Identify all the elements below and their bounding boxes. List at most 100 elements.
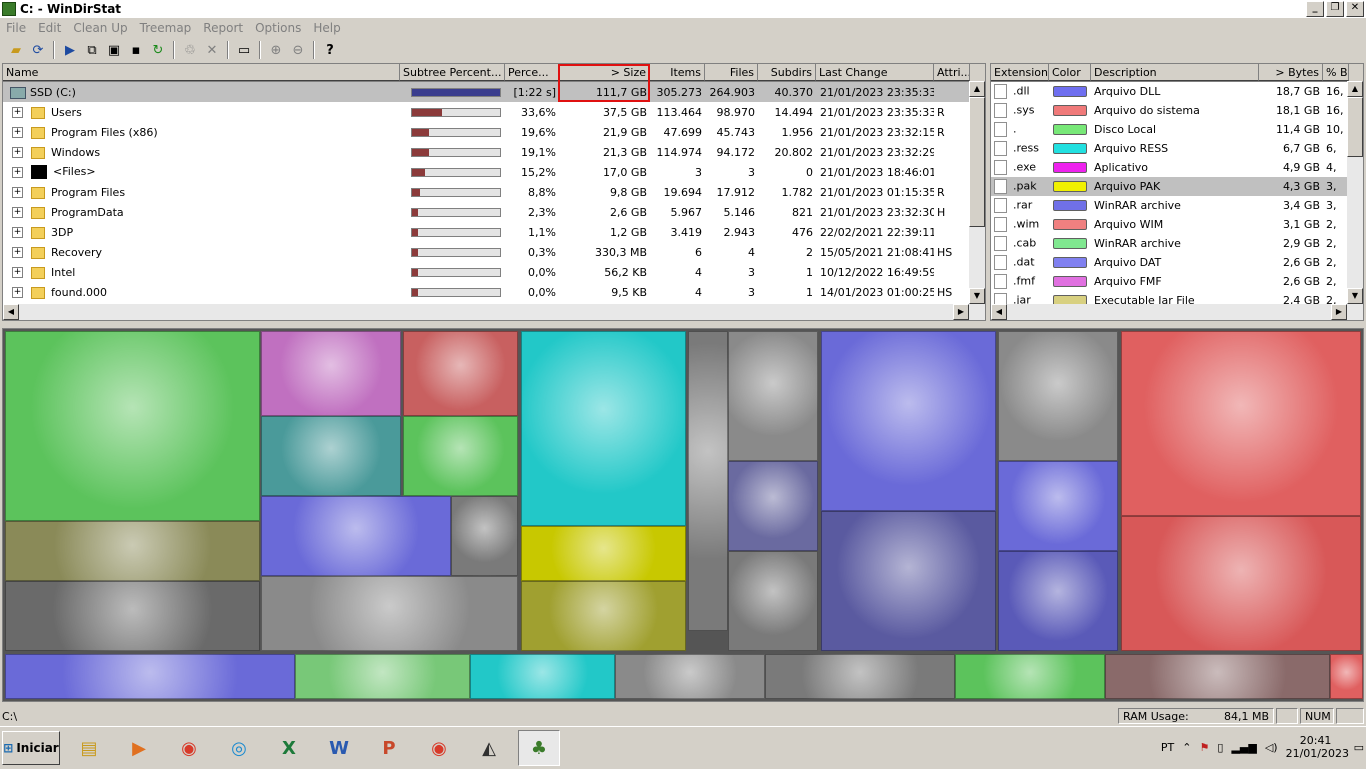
treemap-block[interactable] <box>5 654 295 699</box>
extension-row[interactable]: .rar WinRAR archive 3,4 GB 3, <box>991 196 1363 215</box>
extension-row[interactable]: .fmf Arquivo FMF 2,6 GB 2, <box>991 272 1363 291</box>
directory-row[interactable]: +3DP 1,1% 1,2 GB 3.419 2.943 476 22/02/2021 22… <box>3 222 985 242</box>
scroll-down-arrow-icon[interactable]: ▼ <box>969 288 985 304</box>
language-indicator[interactable]: PT <box>1161 741 1174 754</box>
extension-row[interactable]: .exe Aplicativo 4,9 GB 4, <box>991 158 1363 177</box>
minimize-button[interactable]: _ <box>1306 1 1324 17</box>
extension-vertical-scrollbar[interactable]: ▲ ▼ <box>1347 81 1363 304</box>
extension-row[interactable]: .dll Arquivo DLL 18,7 GB 16, <box>991 82 1363 101</box>
extension-row[interactable]: .ress Arquivo RESS 6,7 GB 6, <box>991 139 1363 158</box>
treemap-block[interactable] <box>261 496 451 576</box>
start-button[interactable]: ⊞ Iniciar <box>2 731 60 765</box>
treemap-block[interactable] <box>1121 331 1361 516</box>
open-icon[interactable]: ▰ <box>6 41 26 59</box>
maximize-button[interactable]: ❐ <box>1326 1 1344 17</box>
volume-icon[interactable]: ◁) <box>1265 741 1278 754</box>
col-subtree-percent[interactable]: Subtree Percent... <box>400 64 505 81</box>
treemap-block[interactable] <box>5 521 260 581</box>
new-folder-icon[interactable]: ▭ <box>234 41 254 59</box>
treemap-block[interactable] <box>1121 516 1361 651</box>
col-bytes[interactable]: > Bytes <box>1259 64 1323 81</box>
snipping-tool-icon[interactable]: ◭ <box>468 730 510 766</box>
treemap-block[interactable] <box>998 461 1118 551</box>
directory-row[interactable]: + found.000 0,0% 9,5 KB 4 3 1 14/01/2023 01:00:… <box>3 282 985 302</box>
treemap-block[interactable] <box>615 654 765 699</box>
menu-cleanup[interactable]: Clean Up <box>67 21 133 35</box>
treemap-block[interactable] <box>998 551 1118 651</box>
directory-row[interactable]: + Recovery 0,3% 330,3 MB 6 4 2 15/05/2021 21:08… <box>3 242 985 262</box>
treemap-block[interactable] <box>470 654 615 699</box>
treemap-block[interactable] <box>521 581 686 651</box>
scroll-right-arrow-icon[interactable]: ▶ <box>1331 304 1347 320</box>
expand-icon[interactable]: + <box>12 207 23 218</box>
extension-row[interactable]: .wim Arquivo WIM 3,1 GB 2, <box>991 215 1363 234</box>
treemap-block[interactable] <box>261 331 401 416</box>
edge-icon[interactable]: ◎ <box>218 730 260 766</box>
treemap-view[interactable] <box>2 328 1364 702</box>
expand-icon[interactable]: + <box>12 187 23 198</box>
directory-horizontal-scrollbar[interactable]: ◀ ▶ <box>3 304 985 320</box>
directory-vertical-scrollbar[interactable]: ▲ ▼ <box>969 81 985 304</box>
delete-icon[interactable]: ✕ <box>202 41 222 59</box>
treemap-block[interactable] <box>688 331 728 631</box>
directory-row[interactable]: + <Files> 15,2% 17,0 GB 3 3 0 21/01/2023 18:46:… <box>3 162 985 182</box>
windirstat-taskbar-icon[interactable]: ♣ <box>518 730 560 766</box>
treemap-block[interactable] <box>821 511 996 651</box>
excel-icon[interactable]: X <box>268 730 310 766</box>
menu-options[interactable]: Options <box>249 21 307 35</box>
treemap-block[interactable] <box>5 581 260 651</box>
tray-expand-icon[interactable]: ⌃ <box>1182 741 1191 754</box>
col-percent-bytes[interactable]: % B <box>1323 64 1349 81</box>
root-drive-row[interactable]: SSD (C:) [1:22 s] 111,7 GB 305.273 264.903 40… <box>3 82 985 102</box>
expand-icon[interactable]: + <box>12 247 23 258</box>
extension-row[interactable]: .dat Arquivo DAT 2,6 GB 2, <box>991 253 1363 272</box>
scroll-left-arrow-icon[interactable]: ◀ <box>3 304 19 320</box>
col-attributes[interactable]: Attri... <box>934 64 970 81</box>
expand-icon[interactable]: + <box>12 287 23 298</box>
treemap-block[interactable] <box>521 331 686 526</box>
command-prompt-icon[interactable]: ▪ <box>126 41 146 59</box>
scroll-left-arrow-icon[interactable]: ◀ <box>991 304 1007 320</box>
treemap-block[interactable] <box>261 416 401 496</box>
col-subdirs[interactable]: Subdirs <box>758 64 816 81</box>
menu-treemap[interactable]: Treemap <box>134 21 198 35</box>
treemap-block[interactable] <box>728 331 818 461</box>
copy-icon[interactable]: ⧉ <box>82 41 102 59</box>
expand-icon[interactable]: + <box>12 127 23 138</box>
col-description[interactable]: Description <box>1091 64 1259 81</box>
security-icon[interactable]: ⚑ <box>1200 741 1210 754</box>
col-color[interactable]: Color <box>1049 64 1091 81</box>
network-icon[interactable]: ▂▄▆ <box>1231 741 1256 754</box>
treemap-block[interactable] <box>403 331 518 416</box>
treemap-block[interactable] <box>1330 654 1363 699</box>
directory-row[interactable]: + Intel 0,0% 56,2 KB 4 3 1 10/12/2022 16:49:59 <box>3 262 985 282</box>
treemap-block[interactable] <box>403 416 518 496</box>
treemap-block[interactable] <box>998 331 1118 461</box>
chrome-icon[interactable]: ◉ <box>168 730 210 766</box>
extension-row[interactable]: .pak Arquivo PAK 4,3 GB 3, <box>991 177 1363 196</box>
col-files[interactable]: Files <box>705 64 758 81</box>
file-explorer-icon[interactable]: ▤ <box>68 730 110 766</box>
scroll-right-arrow-icon[interactable]: ▶ <box>953 304 969 320</box>
word-icon[interactable]: W <box>318 730 360 766</box>
menu-report[interactable]: Report <box>197 21 249 35</box>
expand-icon[interactable]: + <box>12 147 23 158</box>
directory-row[interactable]: + Windows 19,1% 21,3 GB 114.974 94.172 20.802 2… <box>3 142 985 162</box>
scroll-thumb[interactable] <box>1347 97 1363 157</box>
menu-help[interactable]: Help <box>307 21 346 35</box>
close-button[interactable]: ✕ <box>1346 1 1364 17</box>
treemap-block[interactable] <box>955 654 1105 699</box>
scroll-thumb[interactable] <box>969 97 985 227</box>
scroll-down-arrow-icon[interactable]: ▼ <box>1347 288 1363 304</box>
help-icon[interactable]: ? <box>320 41 340 59</box>
zoom-in-icon[interactable]: ⊕ <box>266 41 286 59</box>
clock[interactable]: 20:41 21/01/2023 <box>1286 734 1349 760</box>
extension-row[interactable]: .cab WinRAR archive 2,9 GB 2, <box>991 234 1363 253</box>
extension-horizontal-scrollbar[interactable]: ◀ ▶ <box>991 304 1363 320</box>
treemap-block[interactable] <box>261 576 518 651</box>
directory-row[interactable]: + ProgramData 2,3% 2,6 GB 5.967 5.146 821 21/01… <box>3 202 985 222</box>
expand-icon[interactable]: + <box>12 166 23 178</box>
menu-edit[interactable]: Edit <box>32 21 67 35</box>
usb-icon[interactable]: ▯ <box>1217 741 1223 754</box>
col-extension[interactable]: Extension <box>991 64 1049 81</box>
